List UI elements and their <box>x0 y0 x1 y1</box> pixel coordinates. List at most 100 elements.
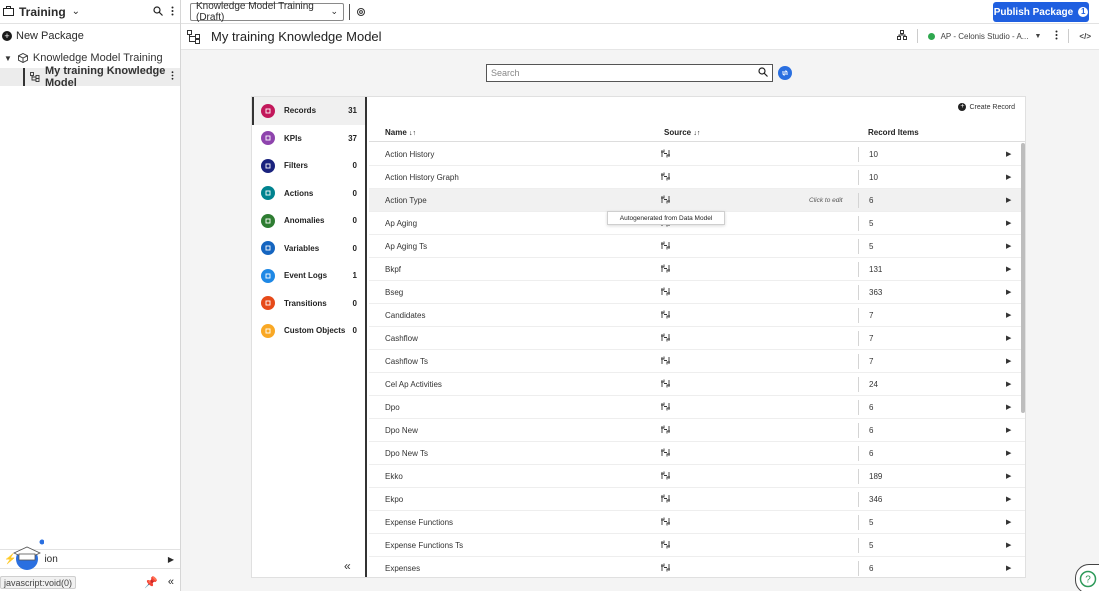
expand-arrow-icon[interactable]: ▶ <box>1006 518 1011 526</box>
expand-arrow-icon[interactable]: ▶ <box>1006 334 1011 342</box>
table-row[interactable]: Bseg 363 ▶ <box>369 281 1025 304</box>
pin-icon[interactable]: 📌 <box>144 576 158 589</box>
expand-arrow-icon[interactable]: ▶ <box>1006 173 1011 181</box>
table-row[interactable]: Bkpf 131 ▶ <box>369 258 1025 281</box>
expand-arrow-icon[interactable]: ▶ <box>1006 219 1011 227</box>
chevron-down-icon[interactable]: ⌄ <box>72 6 80 17</box>
data-model-source-icon <box>661 195 670 206</box>
expand-arrow-icon[interactable]: ▶ <box>1006 472 1011 480</box>
category-item-variables[interactable]: Variables 0 <box>252 235 365 263</box>
collapse-panel-icon[interactable]: « <box>344 559 351 573</box>
scrollbar[interactable] <box>1021 143 1025 413</box>
status-url: javascript:void(0) <box>0 575 77 589</box>
help-icon[interactable]: ? <box>1075 564 1099 591</box>
version-select[interactable]: Knowledge Model Training (Draft) ⌄ <box>190 1 344 23</box>
search-field[interactable] <box>486 64 773 82</box>
category-item-custom-objects[interactable]: Custom Objects 0 <box>252 317 365 345</box>
collapse-sidebar-icon[interactable]: « <box>168 576 174 589</box>
table-row[interactable]: Cel Ap Activities 24 ▶ <box>369 373 1025 396</box>
record-name: Dpo New <box>385 425 418 435</box>
sort-icon[interactable]: ↓↑ <box>693 130 700 137</box>
expand-arrow-icon[interactable]: ▶ <box>1006 380 1011 388</box>
column-header-source[interactable]: Source ↓↑ <box>664 128 700 137</box>
svg-text:?: ? <box>1085 575 1091 586</box>
expand-arrow-icon[interactable]: ▶ <box>1006 150 1011 158</box>
expand-arrow-icon[interactable]: ▶ <box>1006 311 1011 319</box>
category-item-actions[interactable]: Actions 0 <box>252 180 365 208</box>
code-view-icon[interactable]: </> <box>1079 32 1091 41</box>
sort-icon[interactable]: ↓↑ <box>409 130 416 137</box>
expand-arrow-icon[interactable]: ▶ <box>1006 196 1011 204</box>
expand-arrow-icon[interactable]: ▶ <box>1006 288 1011 296</box>
caret-down-icon[interactable]: ▼ <box>1034 33 1041 40</box>
column-header-name[interactable]: Name ↓↑ <box>385 128 416 137</box>
search-input[interactable] <box>491 68 758 78</box>
expand-arrow-icon[interactable]: ▶ <box>1006 357 1011 365</box>
table-row[interactable]: Action Type Click to edit 6 ▶ <box>369 189 1025 212</box>
caret-down-icon[interactable]: ▼ <box>4 54 12 63</box>
hierarchy-icon[interactable] <box>896 30 907 42</box>
tree-item-knowledge-model[interactable]: My training Knowledge Model <box>0 65 180 89</box>
table-row[interactable]: Ekpo 346 ▶ <box>369 488 1025 511</box>
expand-arrow-icon[interactable]: ▶ <box>1006 495 1011 503</box>
record-name: Action History <box>385 149 435 159</box>
gear-icon[interactable] <box>356 7 366 17</box>
expand-arrow-icon[interactable]: ▶ <box>1006 564 1011 572</box>
category-item-event-logs[interactable]: Event Logs 1 <box>252 262 365 290</box>
table-row[interactable]: Cashflow Ts 7 ▶ <box>369 350 1025 373</box>
connection-label[interactable]: AP - Celonis Studio - A... <box>941 32 1029 41</box>
category-item-anomalies[interactable]: Anomalies 0 <box>252 207 365 235</box>
divider <box>858 331 859 346</box>
expand-arrow-icon[interactable]: ▶ <box>1006 403 1011 411</box>
record-name: Bseg <box>385 287 404 297</box>
table-row[interactable]: Candidates 7 ▶ <box>369 304 1025 327</box>
table-row[interactable]: Dpo New Ts 6 ▶ <box>369 442 1025 465</box>
expand-arrow-icon[interactable]: ▶ <box>1006 265 1011 273</box>
kebab-menu-icon[interactable] <box>1055 30 1058 42</box>
table-row[interactable]: Dpo New 6 ▶ <box>369 419 1025 442</box>
category-item-records[interactable]: Records 31 <box>252 97 365 125</box>
category-item-filters[interactable]: Filters 0 <box>252 152 365 180</box>
new-package-label: New Package <box>16 30 84 42</box>
table-row[interactable]: Action History Graph 10 ▶ <box>369 166 1025 189</box>
chevron-right-icon[interactable]: ▶ <box>168 555 174 564</box>
academy-badge-icon[interactable] <box>10 539 45 573</box>
record-name: Bkpf <box>385 264 402 274</box>
search-icon[interactable] <box>758 66 768 80</box>
category-list: Records 31 KPIs 37 Filters 0 Actions 0 Anomalies… <box>252 97 367 577</box>
table-row[interactable]: Cashflow 7 ▶ <box>369 327 1025 350</box>
expand-arrow-icon[interactable]: ▶ <box>1006 242 1011 250</box>
category-item-kpis[interactable]: KPIs 37 <box>252 125 365 153</box>
data-model-source-icon <box>661 172 670 183</box>
table-row[interactable]: Ekko 189 ▶ <box>369 465 1025 488</box>
table-row[interactable]: Expenses 6 ▶ <box>369 557 1025 577</box>
table-row[interactable]: Expense Functions Ts 5 ▶ <box>369 534 1025 557</box>
table-row[interactable]: Action History 10 ▶ <box>369 143 1025 166</box>
table-row[interactable]: Ap Aging Ts 5 ▶ <box>369 235 1025 258</box>
table-row[interactable]: Expense Functions 5 ▶ <box>369 511 1025 534</box>
expand-arrow-icon[interactable]: ▶ <box>1006 541 1011 549</box>
record-items-count: 189 <box>869 471 883 481</box>
divider <box>858 193 859 208</box>
plus-icon: + <box>958 103 967 111</box>
kebab-menu-icon[interactable] <box>171 71 174 83</box>
expand-arrow-icon[interactable]: ▶ <box>1006 449 1011 457</box>
record-items-count: 5 <box>869 241 874 251</box>
new-package-button[interactable]: + New Package <box>0 24 180 48</box>
sidebar-header: Training ⌄ <box>0 0 180 24</box>
create-record-button[interactable]: + Create Record <box>958 103 1015 111</box>
kebab-menu-icon[interactable] <box>171 5 174 19</box>
main-content: Records31KPIs37Filters0Actions0Anomalies… <box>181 50 1099 591</box>
sync-icon[interactable] <box>778 66 792 80</box>
expand-arrow-icon[interactable]: ▶ <box>1006 426 1011 434</box>
publish-package-button[interactable]: Publish Package 1 <box>993 2 1089 22</box>
category-count: 0 <box>352 161 357 171</box>
record-name: Cel Ap Activities <box>385 379 442 389</box>
search-icon[interactable] <box>153 5 163 19</box>
plus-icon: + <box>2 31 12 41</box>
table-row[interactable]: Dpo 6 ▶ <box>369 396 1025 419</box>
category-item-transitions[interactable]: Transitions 0 <box>252 290 365 318</box>
space-title[interactable]: Training <box>19 5 66 19</box>
event-logs-icon <box>261 268 275 283</box>
record-items-count: 7 <box>869 333 874 343</box>
